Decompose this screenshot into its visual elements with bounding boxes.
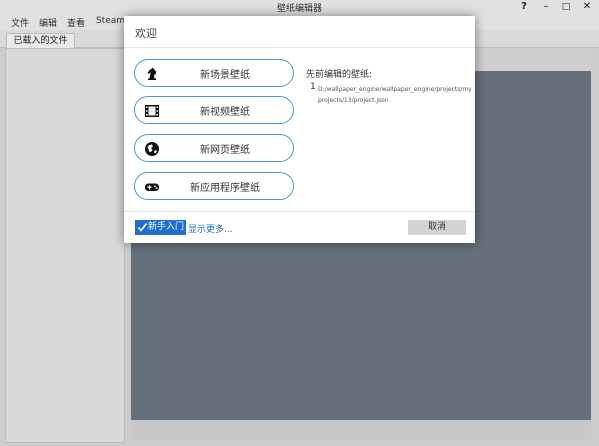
new-web-wallpaper-label: 新网页壁纸 xyxy=(200,145,250,156)
recent-item-path-link[interactable]: D:/wallpaper_engine/wallpaper_engine/pro… xyxy=(318,84,474,106)
dialog-title: 欢迎 xyxy=(135,27,157,40)
cancel-button[interactable]: 取消 xyxy=(408,220,466,235)
new-video-wallpaper-button[interactable]: 新视频壁纸 xyxy=(134,96,294,124)
new-scene-wallpaper-button[interactable]: 新场景壁纸 xyxy=(134,59,294,87)
recent-wallpapers-heading: 先前编辑的壁纸: xyxy=(306,70,373,80)
welcome-dialog: 欢迎 新场景壁纸 新视频壁纸 新网页壁纸 新应用程序壁纸 先前编辑的壁纸: 1 … xyxy=(124,16,475,243)
new-web-wallpaper-button[interactable]: 新网页壁纸 xyxy=(134,134,294,162)
recent-item-index: 1 xyxy=(310,82,316,92)
dialog-header: 欢迎 xyxy=(124,16,475,48)
new-application-wallpaper-button[interactable]: 新应用程序壁纸 xyxy=(134,172,294,200)
tutorial-button[interactable]: 新手入门 xyxy=(135,220,186,235)
show-more-link[interactable]: 显示更多... xyxy=(188,222,233,235)
tutorial-label: 新手入门 xyxy=(148,222,185,232)
new-scene-wallpaper-label: 新场景壁纸 xyxy=(200,70,250,81)
new-video-wallpaper-label: 新视频壁纸 xyxy=(200,107,250,118)
new-application-wallpaper-label: 新应用程序壁纸 xyxy=(190,183,260,194)
checkmark-icon xyxy=(137,222,148,238)
dialog-footer: 新手入门 显示更多... 取消 xyxy=(124,211,475,244)
